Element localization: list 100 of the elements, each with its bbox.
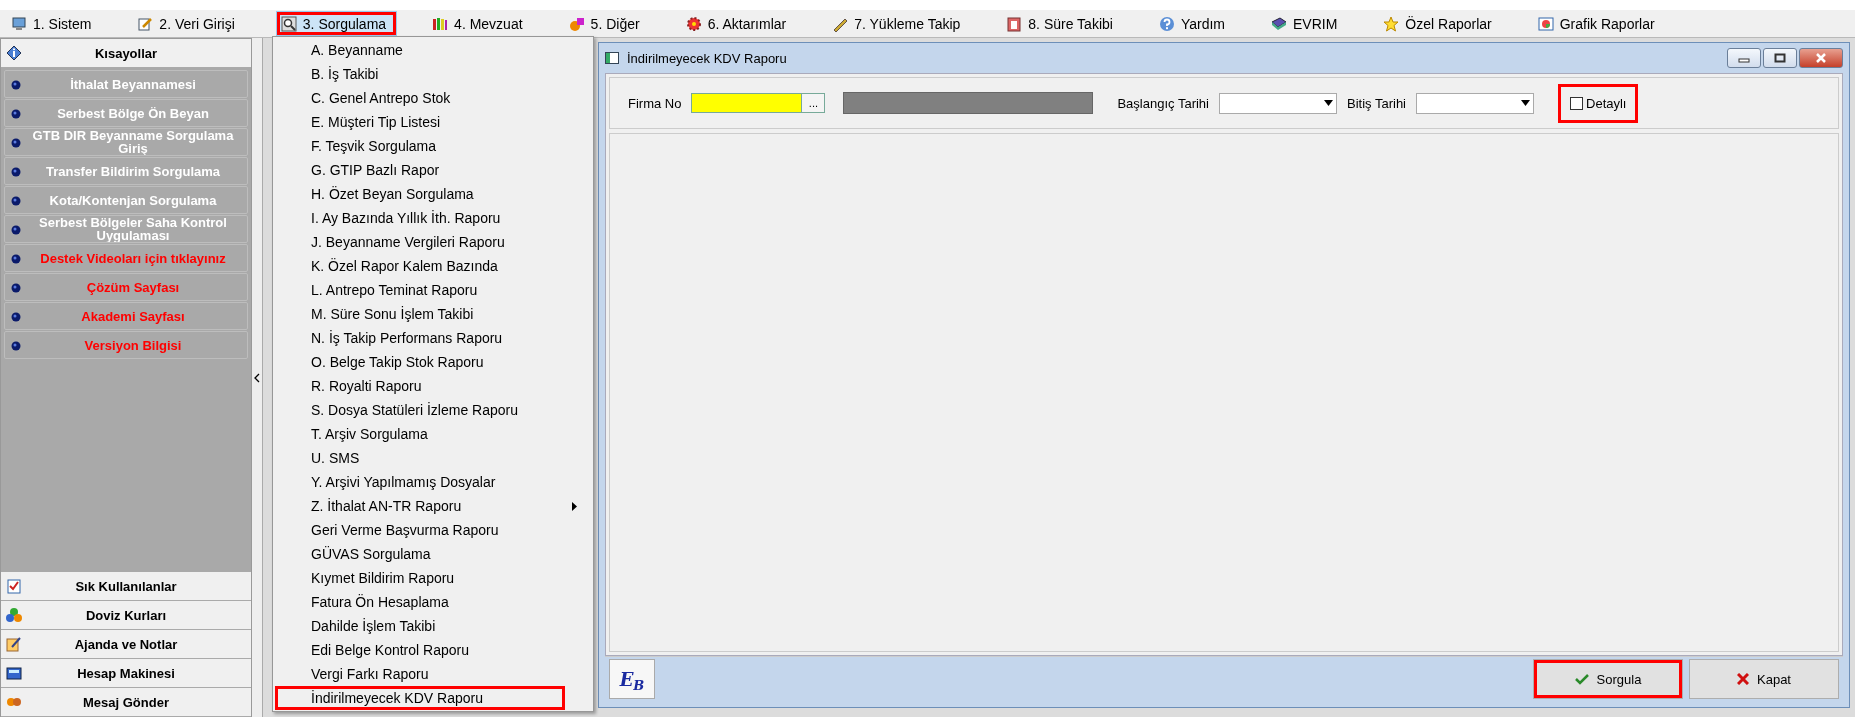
menu-item[interactable]: E. Müşteri Tip Listesi — [275, 110, 591, 134]
menu-item[interactable]: EVRIM — [1266, 11, 1349, 36]
menu-item-label: İndirilmeyecek KDV Raporu — [311, 690, 483, 706]
menu-item-label: N. İş Takip Performans Raporu — [311, 330, 503, 346]
bullet-icon — [11, 341, 21, 351]
menu-item[interactable]: 5. Diğer — [563, 11, 651, 36]
menu-item[interactable]: 4. Mevzuat — [427, 11, 534, 36]
star-icon — [1383, 15, 1400, 32]
menu-item[interactable]: 8. Süre Takibi — [1001, 11, 1124, 36]
shortcut-label: İthalat Beyannamesi — [70, 77, 196, 91]
menu-item-label: B. İş Takibi — [311, 66, 379, 82]
menu-item[interactable]: İndirilmeyecek KDV Raporu — [275, 686, 591, 710]
menu-item-label: J. Beyanname Vergileri Raporu — [311, 234, 505, 250]
checkbox[interactable] — [1570, 96, 1583, 110]
menu-item[interactable]: H. Özet Beyan Sorgulama — [275, 182, 591, 206]
menu-item-label: Vergi Farkı Raporu — [311, 666, 429, 682]
menu-item[interactable]: M. Süre Sonu İşlem Takibi — [275, 302, 591, 326]
menu-item-label: Fatura Ön Hesaplama — [311, 594, 449, 610]
section-title: Kısayollar — [94, 45, 158, 61]
menu-item-label: R. Royalti Raporu — [311, 378, 422, 394]
bullet-icon — [11, 80, 21, 90]
close-button[interactable] — [1799, 48, 1843, 68]
books-icon — [432, 15, 449, 32]
menu-item-label: O. Belge Takip Stok Raporu — [311, 354, 484, 370]
shortcut-label: GTB DIR Beyanname Sorgulama Giriş — [31, 129, 235, 155]
menu-item[interactable]: 7. Yükleme Takip — [827, 11, 972, 36]
shortcut-label: Kota/Kontenjan Sorgulama — [49, 193, 217, 207]
menu-item-label: M. Süre Sonu İşlem Takibi — [311, 306, 474, 322]
menu-item-label: L. Antrepo Teminat Raporu — [311, 282, 478, 298]
menu-item[interactable]: Kıymet Bildirim Raporu — [275, 566, 591, 590]
menu-item[interactable]: 3. Sorgulama — [275, 11, 398, 36]
menu-item[interactable]: Grafik Raporlar — [1532, 11, 1666, 36]
menu-item[interactable]: Fatura Ön Hesaplama — [275, 590, 591, 614]
bullet-icon — [11, 283, 21, 293]
bullet-icon — [11, 167, 21, 177]
menu-item[interactable]: Özel Raporlar — [1378, 11, 1503, 36]
date-dropdown[interactable] — [1219, 92, 1337, 114]
panel-tab-label: Sık Kullanılanlar — [75, 578, 177, 594]
menu-item[interactable]: C. Genel Antrepo Stok — [275, 86, 591, 110]
date-dropdown[interactable] — [1416, 92, 1534, 114]
menu-item[interactable]: N. İş Takip Performans Raporu — [275, 326, 591, 350]
menu-item[interactable]: F. Teşvik Sorgulama — [275, 134, 591, 158]
bullet-icon — [11, 138, 21, 148]
maximize-button[interactable] — [1763, 48, 1797, 68]
menu-item[interactable]: R. Royalti Raporu — [275, 374, 591, 398]
close-icon — [1815, 53, 1827, 63]
menu-item[interactable]: K. Özel Rapor Kalem Bazında — [275, 254, 591, 278]
menu-item-label: S. Dosya Statüleri İzleme Raporu — [311, 402, 518, 418]
close-icon — [1737, 673, 1749, 685]
shortcut-label: Çözüm Sayfası — [86, 280, 180, 294]
caret-icon — [1521, 100, 1530, 106]
menu-item-label: Edi Belge Kontrol Raporu — [311, 642, 469, 658]
checklist-icon — [6, 578, 22, 594]
menu-item[interactable]: O. Belge Takip Stok Raporu — [275, 350, 591, 374]
menu-item-label: T. Arşiv Sorgulama — [311, 426, 428, 442]
calculator-icon — [6, 665, 22, 681]
panel-tab-label: Doviz Kurları — [85, 607, 167, 623]
browse-button[interactable]: ... — [801, 93, 826, 113]
menu-item[interactable]: G. GTIP Bazlı Rapor — [275, 158, 591, 182]
notepad-icon — [6, 636, 22, 652]
menu-item[interactable]: GÜVAS Sorgulama — [275, 542, 591, 566]
minimize-button[interactable] — [1727, 48, 1761, 68]
bullet-icon — [11, 254, 21, 264]
menu-item[interactable]: 1. Sistem — [6, 11, 103, 36]
menu-item-label: Geri Verme Başvurma Raporu — [311, 522, 499, 538]
menu-item[interactable]: L. Antrepo Teminat Raporu — [275, 278, 591, 302]
menu-item[interactable]: A. Beyanname — [275, 38, 591, 62]
menu-item[interactable]: U. SMS — [275, 446, 591, 470]
menu-item[interactable]: Geri Verme Başvurma Raporu — [275, 518, 591, 542]
menu-item[interactable]: Vergi Farkı Raporu — [275, 662, 591, 686]
menu-item-label: Z. İthalat AN-TR Raporu — [311, 498, 462, 514]
menu-item[interactable]: Edi Belge Kontrol Raporu — [275, 638, 591, 662]
menu-item[interactable]: 6. Aktarımlar — [680, 11, 798, 36]
shortcut-label: Transfer Bildirim Sorgulama — [45, 164, 221, 178]
input-field[interactable] — [691, 93, 802, 113]
collapse-bar[interactable] — [252, 38, 263, 717]
menu-item-label: U. SMS — [311, 450, 360, 466]
shapes-icon — [568, 15, 585, 32]
book-icon — [1271, 15, 1287, 32]
window-title: İndirilmeyecek KDV Raporu — [627, 50, 788, 66]
menu-item[interactable]: J. Beyanname Vergileri Raporu — [275, 230, 591, 254]
shortcut-label: Versiyon Bilgisi — [84, 338, 182, 352]
menu-item-label: Kıymet Bildirim Raporu — [311, 570, 455, 586]
menu-item[interactable]: S. Dosya Statüleri İzleme Raporu — [275, 398, 591, 422]
menu-item[interactable]: 2. Veri Girişi — [132, 11, 246, 36]
menu-item[interactable]: Y. Arşivi Yapılmamış Dosyalar — [275, 470, 591, 494]
menu-item-label: Dahilde İşlem Takibi — [311, 618, 436, 634]
panel-tab-label: Hesap Makinesi — [77, 665, 175, 681]
gear-icon — [685, 15, 702, 32]
menu-item[interactable]: B. İş Takibi — [275, 62, 591, 86]
menu-item[interactable]: T. Arşiv Sorgulama — [275, 422, 591, 446]
query-button[interactable]: Sorgula — [1533, 659, 1683, 699]
close-dialog-button[interactable]: Kapat — [1689, 659, 1839, 699]
bullet-icon — [11, 225, 21, 235]
menu-item[interactable]: Z. İthalat AN-TR Raporu — [275, 494, 591, 518]
clipboard-icon — [1006, 15, 1023, 32]
menu-item[interactable]: Dahilde İşlem Takibi — [275, 614, 591, 638]
menu-item-label: C. Genel Antrepo Stok — [311, 90, 451, 106]
menu-item[interactable]: I. Ay Bazında Yıllık İth. Raporu — [275, 206, 591, 230]
menu-item[interactable]: Yardım — [1153, 11, 1236, 36]
